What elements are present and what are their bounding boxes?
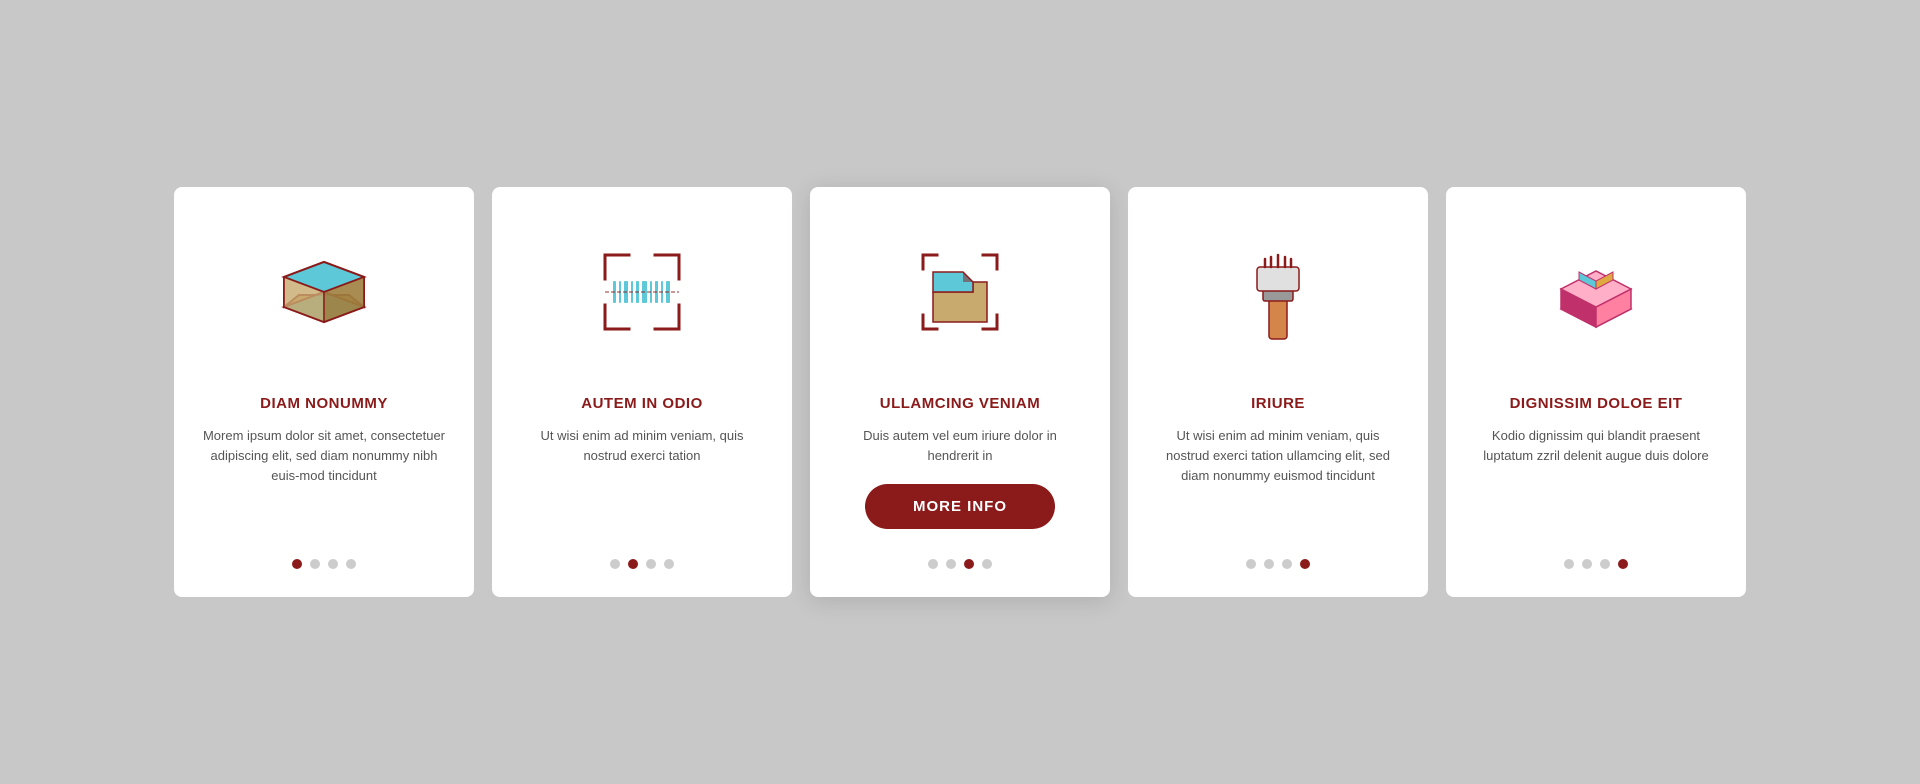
card-5: DIGNISSIM DOLOE EIT Kodio dignissim qui … <box>1446 187 1746 597</box>
dot <box>964 559 974 569</box>
brush-icon-area <box>1156 217 1400 377</box>
dot <box>328 559 338 569</box>
card-3-dots <box>928 559 992 569</box>
dot <box>346 559 356 569</box>
dot <box>610 559 620 569</box>
card-4-title: IRIURE <box>1251 395 1305 412</box>
dot <box>310 559 320 569</box>
card-2: AUTEM IN ODIO Ut wisi enim ad minim veni… <box>492 187 792 597</box>
card-1-dots <box>292 559 356 569</box>
card-4-body: Ut wisi enim ad minim veniam, quis nostr… <box>1156 426 1400 537</box>
card-1-title: DIAM NONUMMY <box>260 395 388 412</box>
dot <box>1582 559 1592 569</box>
dot <box>1246 559 1256 569</box>
dot <box>1600 559 1610 569</box>
card-5-title: DIGNISSIM DOLOE EIT <box>1510 395 1683 412</box>
dot <box>1264 559 1274 569</box>
card-1-body: Morem ipsum dolor sit amet, consectetuer… <box>202 426 446 537</box>
brush-icon <box>1223 237 1333 357</box>
scanner-icon <box>269 237 379 357</box>
dot <box>664 559 674 569</box>
card-1: DIAM NONUMMY Morem ipsum dolor sit amet,… <box>174 187 474 597</box>
dot <box>982 559 992 569</box>
dot <box>1300 559 1310 569</box>
card-3-body: Duis autem vel eum iriure dolor in hendr… <box>838 426 1082 466</box>
dot <box>1282 559 1292 569</box>
card-2-dots <box>610 559 674 569</box>
dot <box>628 559 638 569</box>
card-3: ULLAMCING VENIAM Duis autem vel eum iriu… <box>810 187 1110 597</box>
dot <box>646 559 656 569</box>
dot <box>292 559 302 569</box>
scanner-icon-area <box>202 217 446 377</box>
card-2-body: Ut wisi enim ad minim veniam, quis nostr… <box>520 426 764 537</box>
barcode-icon-area <box>520 217 764 377</box>
dot <box>1564 559 1574 569</box>
filescan-icon <box>905 237 1015 357</box>
card-2-title: AUTEM IN ODIO <box>581 395 703 412</box>
card-5-dots <box>1564 559 1628 569</box>
dot <box>946 559 956 569</box>
dot <box>1618 559 1628 569</box>
card-4-dots <box>1246 559 1310 569</box>
dot <box>928 559 938 569</box>
card-4: IRIURE Ut wisi enim ad minim veniam, qui… <box>1128 187 1428 597</box>
filescan-icon-area <box>838 217 1082 377</box>
barcode-icon <box>587 237 697 357</box>
more-info-button[interactable]: MORE INFO <box>865 484 1055 529</box>
card-3-title: ULLAMCING VENIAM <box>880 395 1041 412</box>
card-5-body: Kodio dignissim qui blandit praesent lup… <box>1474 426 1718 537</box>
cards-container: DIAM NONUMMY Morem ipsum dolor sit amet,… <box>160 187 1760 597</box>
compact-icon <box>1541 237 1651 357</box>
compact-icon-area <box>1474 217 1718 377</box>
